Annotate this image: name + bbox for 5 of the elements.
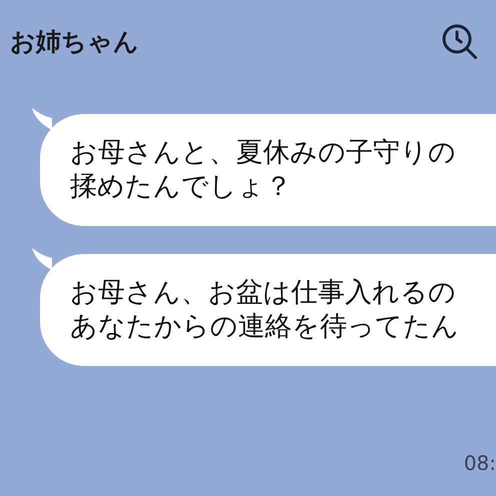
- message-time: 08:: [464, 450, 496, 477]
- search-icon[interactable]: [440, 22, 480, 62]
- message-text: お母さんと、夏休みの子守りの 揉めたんでしょ？: [70, 136, 457, 204]
- chat-title: お姉ちゃん: [10, 26, 139, 58]
- message-text: お母さん、お盆は仕事入れるの あなたからの連絡を待ってたん: [70, 276, 460, 344]
